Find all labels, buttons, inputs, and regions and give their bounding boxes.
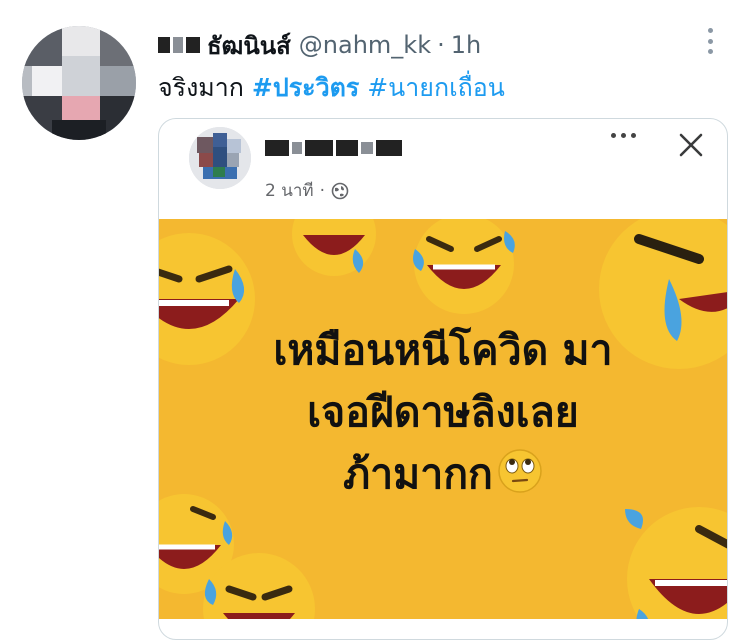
meme-image: เหมือนหนีโควิด มา เจอฝีดาษลิงเลย ภ้ามากก <box>159 219 727 619</box>
meme-caption: เหมือนหนีโควิด มา เจอฝีดาษลิงเลย ภ้ามากก <box>159 319 727 505</box>
fb-post-author-censored <box>265 139 405 157</box>
hashtag-link[interactable]: #นายกเถื่อน <box>367 73 505 102</box>
censored-name-block <box>158 37 170 53</box>
more-options-icon[interactable] <box>700 26 720 56</box>
laughing-crying-emoji-icon <box>292 219 376 276</box>
tweet-text: จริงมาก #ประวิตร #นายกเถื่อน <box>158 68 505 108</box>
fb-post-meta: 2 นาที · <box>265 177 349 204</box>
censored-name-block <box>186 37 200 53</box>
tweet-author-line: ธัฒนินส์ @nahm_kk · 1h <box>158 28 481 62</box>
fb-post-avatar <box>189 127 251 189</box>
tweet-media-card[interactable]: 2 นาที · เหมือนหนีโควิด มา เจอฝีดาษลิงเล… <box>158 118 728 640</box>
censored-name-block <box>173 37 183 53</box>
tweet-timestamp[interactable]: 1h <box>451 31 481 59</box>
laughing-crying-emoji-icon <box>625 507 727 619</box>
censored-avatar-image <box>22 26 136 140</box>
laughing-crying-emoji-icon <box>413 219 515 314</box>
globe-icon <box>331 182 349 199</box>
fb-more-options-icon[interactable] <box>611 133 636 138</box>
tweet-text-body: จริงมาก <box>158 73 252 102</box>
display-name[interactable]: ธัฒนินส์ <box>207 26 291 65</box>
meme-caption-line-with-emoji: ภ้ามากก <box>159 443 727 505</box>
meme-caption-line: ภ้ามากก <box>343 450 493 498</box>
meme-caption-line: เจอฝีดาษลิงเลย <box>307 388 579 436</box>
meme-caption-line: เหมือนหนีโควิด มา <box>273 326 613 374</box>
laughing-crying-emoji-icon <box>203 553 315 619</box>
censored-avatar-image <box>189 127 251 189</box>
close-icon[interactable] <box>677 131 705 159</box>
separator-dot: · <box>319 180 325 201</box>
fb-post-time: 2 นาที <box>265 181 314 201</box>
separator-dot: · <box>437 31 445 59</box>
rolling-eyes-emoji-icon <box>498 449 542 493</box>
hashtag-link[interactable]: #ประวิตร <box>252 73 359 102</box>
avatar[interactable] <box>22 26 136 140</box>
user-handle[interactable]: @nahm_kk <box>299 31 431 59</box>
